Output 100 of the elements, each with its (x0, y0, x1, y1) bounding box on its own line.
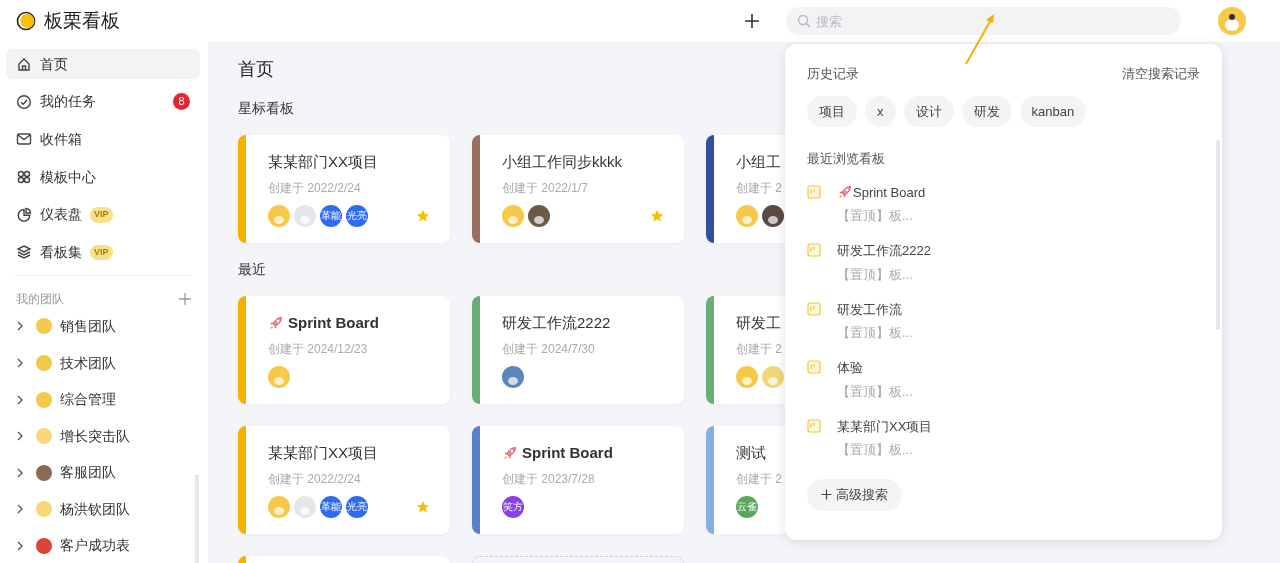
board-date: 创建于 2024/12/23 (268, 341, 369, 358)
board-card[interactable]: 某某部门XX项目 创建于 2022/2/24 革能 光亮 (238, 135, 450, 243)
history-chip[interactable]: x (865, 95, 896, 127)
board-subtitle: 【置顶】板... (837, 324, 913, 342)
board-date: 创建于 2022/1/7 (502, 180, 590, 197)
user-avatar: 革能 (320, 205, 342, 227)
board-title: Sprint Board (288, 313, 379, 333)
user-avatar: 光亮 (346, 496, 368, 518)
board-title: 小组工 (736, 152, 781, 172)
mail-icon (16, 131, 32, 148)
section-title: 最近 (238, 260, 266, 279)
board-title: 测试 (736, 443, 766, 463)
section-title: 历史记录 (807, 65, 859, 83)
rocket-icon (502, 445, 518, 461)
chevron-right-icon (16, 394, 24, 405)
user-avatar: 革能 (320, 496, 342, 518)
user-avatar: 云雀 (736, 496, 758, 518)
vip-tag: VIP (90, 207, 113, 223)
recent-board-item[interactable]: 研发工作流 【置顶】板... (807, 299, 1200, 358)
chevron-right-icon (16, 431, 24, 442)
team-item[interactable]: 客服团队 (0, 454, 208, 492)
section-title: 星标看板 (238, 99, 294, 118)
sidebar-item[interactable]: 模板中心 (6, 162, 200, 193)
sidebar-item[interactable]: 首页 (6, 49, 200, 79)
board-card[interactable]: Sprint Board 创建于 2024/12/23 (238, 296, 450, 404)
rocket-icon (837, 184, 853, 201)
board-date: 创建于 2 (736, 180, 783, 197)
history-chip[interactable]: 设计 (903, 95, 954, 127)
team-item[interactable]: 杨洪钦团队 (0, 491, 208, 528)
user-avatar[interactable] (1217, 6, 1247, 36)
sidebar-item[interactable]: 仪表盘 VIP (6, 199, 200, 230)
team-item[interactable]: 增长突击队 (0, 417, 208, 455)
add-button[interactable] (743, 12, 761, 30)
board-title: 研发工作流2222 (502, 313, 611, 333)
board-title: 某某部门XX项目 (268, 152, 378, 172)
chevron-right-icon (16, 504, 24, 515)
rocket-icon (268, 315, 284, 331)
board-card[interactable]: 某某部门XX项目 创建于 2022/2/24 革能 光亮 (238, 426, 450, 534)
board-icon (807, 301, 821, 316)
history-chip[interactable]: 研发 (961, 95, 1012, 127)
board-icon (807, 418, 821, 433)
board-title: 某某部门XX项目 (268, 443, 378, 463)
board-date: 创建于 2022/2/24 (268, 180, 362, 197)
recent-board-item[interactable]: Sprint Board 【置顶】板... (807, 182, 1200, 241)
board-subtitle: 【置顶】板... (837, 441, 914, 459)
board-title: 研发工作流 (837, 300, 902, 319)
board-subtitle: 【置顶】板... (837, 382, 913, 401)
board-title: Sprint Board (853, 183, 926, 202)
board-card[interactable]: 研发工作流2222 创建于 2024/7/30 (472, 296, 684, 404)
board-title: Sprint Board (522, 443, 613, 463)
clover-icon (16, 169, 32, 186)
board-date: 创建于 2022/2/24 (268, 471, 362, 488)
team-item[interactable]: 综合管理 (0, 381, 208, 418)
logo-icon (16, 11, 36, 31)
board-title: 某某部门XX项目 (837, 417, 933, 436)
pie-chart-icon (16, 206, 32, 223)
home-icon (16, 56, 32, 72)
clear-history-link[interactable]: 清空搜索记录 (1122, 64, 1200, 84)
board-card[interactable]: Sprint Board 创建于 2023/7/28 笑方 (472, 426, 684, 534)
vip-tag: VIP (90, 244, 113, 261)
user-avatar: 光亮 (346, 205, 368, 227)
board-card[interactable]: 小组工作同步kkkk 创建于 2022/1/7 (472, 135, 684, 243)
search-icon (797, 14, 811, 28)
recent-board-item[interactable]: 研发工作流2222 【置顶】板... (807, 241, 1200, 300)
board-card[interactable]: 研发工 创建于 2 (706, 296, 785, 404)
team-item[interactable]: 客户成功表 (0, 527, 208, 563)
board-date: 创建于 2024/7/30 (502, 341, 596, 358)
board-icon (807, 243, 821, 257)
board-card[interactable]: 小组工 创建于 2 (706, 135, 785, 243)
plus-icon (178, 292, 192, 307)
team-item[interactable]: 技术团队 (0, 344, 208, 382)
advanced-search-button[interactable]: 高级搜索 (807, 479, 902, 511)
count-badge: 8 (173, 93, 190, 111)
sidebar-item[interactable]: 收件箱 (6, 124, 200, 155)
board-icon (807, 184, 821, 199)
sidebar-item[interactable]: 我的任务 8 (6, 86, 200, 117)
recent-board-item[interactable]: 体验 【置顶】板... (807, 358, 1200, 417)
chevron-right-icon (16, 358, 24, 368)
history-chip[interactable]: 项目 (807, 95, 857, 127)
recent-board-item[interactable]: 某某部门XX项目 【置顶】板... (807, 416, 1200, 475)
team-item[interactable]: 销售团队 (0, 308, 208, 345)
sidebar-item[interactable]: 看板集 VIP (6, 237, 200, 268)
layers-icon (16, 244, 32, 261)
history-chip[interactable]: kanban (1019, 95, 1087, 127)
board-title: 研发工作流2222 (837, 242, 931, 260)
board-date: 创建于 2 (736, 471, 783, 488)
board-date: 创建于 2 (736, 341, 783, 358)
app-title: 板栗看板 (44, 8, 120, 33)
page-title: 首页 (238, 58, 274, 81)
board-icon (807, 360, 821, 374)
plus-icon (743, 12, 761, 30)
chevron-right-icon (16, 321, 24, 332)
board-title: 研发工 (736, 313, 781, 333)
user-avatar: 笑方 (502, 496, 524, 518)
board-title: 体验 (837, 359, 863, 377)
board-subtitle: 【置顶】板... (837, 207, 914, 225)
section-title: 我的团队 (16, 291, 64, 309)
section-title: 最近浏览看板 (807, 150, 886, 168)
board-card[interactable]: 测试 创建于 2 云雀 (706, 426, 785, 534)
search-field[interactable]: 搜索 (786, 7, 1181, 35)
